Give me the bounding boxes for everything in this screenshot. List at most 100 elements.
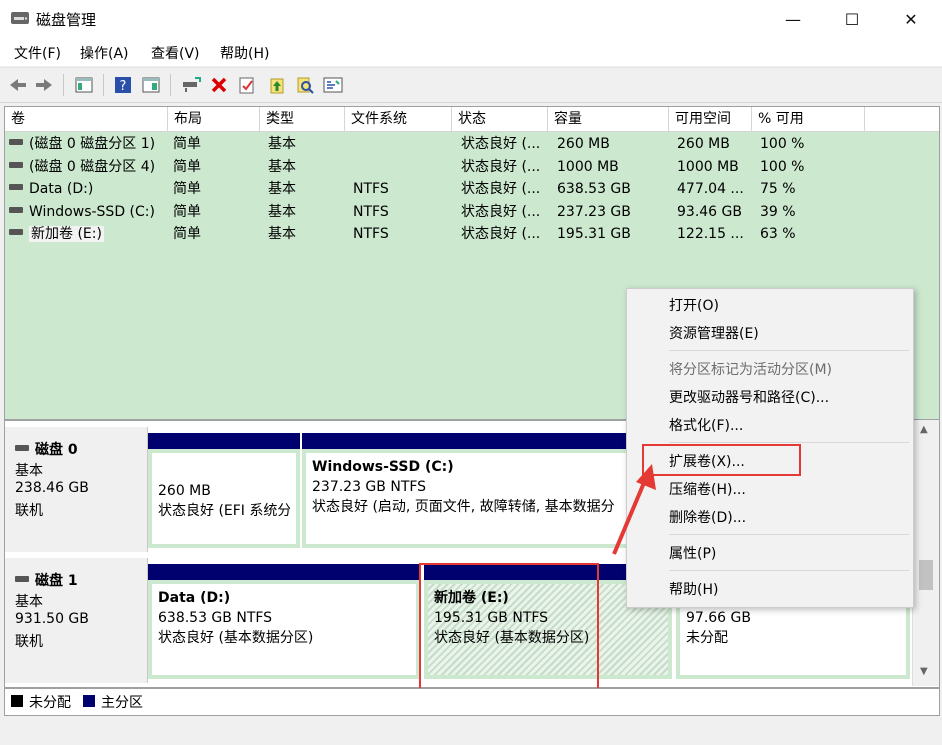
back-icon[interactable]: [7, 74, 29, 96]
menu-separator: [669, 442, 909, 443]
menu-item-explorer[interactable]: 资源管理器(E): [627, 321, 913, 347]
scroll-down-icon[interactable]: ▼: [920, 666, 928, 677]
legend-unallocated-label: 未分配: [29, 695, 71, 711]
free-space-cell: 122.15 ...: [677, 226, 744, 242]
column-header-filesystem[interactable]: 文件系统: [345, 107, 452, 131]
table-row[interactable]: (磁盘 0 磁盘分区 4) 简单 基本 状态良好 (... 1000 MB 10…: [5, 156, 939, 179]
partition-status: 未分配: [686, 630, 728, 646]
menu-file[interactable]: 文件(F): [14, 43, 61, 63]
disk-management-app-icon: [11, 12, 29, 24]
status-cell: 状态良好 (...: [461, 136, 541, 152]
annotation-extend-highlight: [642, 444, 801, 476]
menu-item-format[interactable]: 格式化(F)...: [627, 413, 913, 439]
disk-type: 基本: [15, 463, 43, 479]
partition-windows-ssd[interactable]: Windows-SSD (C:) 237.23 GB NTFS 状态良好 (启动…: [302, 433, 632, 548]
partition-size: 97.66 GB: [686, 610, 751, 626]
close-button[interactable]: ✕: [888, 0, 934, 38]
capacity-cell: 195.31 GB: [557, 226, 631, 242]
menu-separator: [669, 534, 909, 535]
percent-free-cell: 100 %: [760, 158, 805, 175]
forward-icon[interactable]: [33, 74, 55, 96]
layout-cell: 简单: [173, 226, 201, 242]
status-cell: 状态良好 (...: [461, 158, 541, 175]
check-icon[interactable]: [236, 74, 258, 96]
disk-icon: [15, 576, 29, 582]
show-pane-icon[interactable]: [140, 74, 162, 96]
menu-separator: [669, 570, 909, 571]
disk-map-scrollbar[interactable]: ▲ ▼: [912, 420, 939, 686]
svg-text:?: ?: [120, 79, 127, 94]
disk-0-label[interactable]: 磁盘 0 基本 238.46 GB 联机: [5, 427, 148, 552]
column-header-capacity[interactable]: 容量: [548, 107, 669, 131]
menu-item-shrink-volume[interactable]: 压缩卷(H)...: [627, 477, 913, 503]
delete-icon[interactable]: [208, 74, 230, 96]
connect-icon[interactable]: [180, 74, 202, 96]
menu-item-delete-volume[interactable]: 删除卷(D)...: [627, 505, 913, 531]
filesystem-cell: NTFS: [353, 226, 389, 242]
column-header-volume[interactable]: 卷: [5, 107, 168, 131]
column-header-type[interactable]: 类型: [260, 107, 345, 131]
legend-primary-label: 主分区: [101, 695, 143, 711]
table-row[interactable]: (磁盘 0 磁盘分区 1) 简单 基本 状态良好 (... 260 MB 260…: [5, 133, 939, 156]
menu-item-help[interactable]: 帮助(H): [627, 577, 913, 603]
column-header-percent-free[interactable]: % 可用: [752, 107, 865, 131]
free-space-cell: 93.46 GB: [677, 203, 742, 220]
annotation-arrow-icon: [612, 464, 656, 555]
title-bar: 磁盘管理 — ☐ ✕: [0, 0, 942, 38]
partition-size: 237.23 GB NTFS: [312, 479, 427, 495]
properties-icon[interactable]: [322, 74, 344, 96]
console-tree-icon[interactable]: [73, 74, 95, 96]
partition-status: 状态良好 (启动, 页面文件, 故障转储, 基本数据分: [312, 499, 615, 515]
toolbar-separator: [170, 74, 171, 96]
menu-help[interactable]: 帮助(H): [220, 43, 269, 63]
volume-list-header: 卷 布局 类型 文件系统 状态 容量 可用空间 % 可用: [5, 107, 939, 132]
search-icon[interactable]: [294, 74, 316, 96]
column-header-status[interactable]: 状态: [452, 107, 548, 131]
menu-item-properties[interactable]: 属性(P): [627, 541, 913, 567]
disk-size: 931.50 GB: [15, 611, 89, 627]
menu-item-open[interactable]: 打开(O): [627, 293, 913, 319]
menu-view[interactable]: 查看(V): [151, 43, 200, 63]
disk-status: 联机: [15, 503, 43, 519]
unallocated-swatch: [11, 695, 23, 707]
volume-name: Windows-SSD (C:): [29, 203, 155, 220]
disk-name: 磁盘 1: [35, 573, 78, 589]
minimize-icon: —: [785, 9, 801, 29]
menu-item-change-drive-letter[interactable]: 更改驱动器号和路径(C)...: [627, 385, 913, 411]
maximize-icon: ☐: [844, 9, 860, 29]
disk-icon: [15, 445, 29, 451]
partition-bar: [148, 564, 420, 580]
capacity-cell: 260 MB: [557, 136, 610, 152]
drive-icon: [9, 229, 23, 235]
scroll-thumb[interactable]: [919, 560, 933, 590]
partition-size: 260 MB: [158, 483, 211, 499]
filesystem-cell: NTFS: [353, 181, 389, 197]
disk-1-label[interactable]: 磁盘 1 基本 931.50 GB 联机: [5, 558, 148, 683]
volume-name: (磁盘 0 磁盘分区 1): [29, 136, 156, 152]
column-header-free-space[interactable]: 可用空间: [669, 107, 752, 131]
status-cell: 状态良好 (...: [461, 203, 541, 220]
toolbar-separator: [63, 74, 64, 96]
up-arrow-icon[interactable]: [266, 74, 288, 96]
type-cell: 基本: [268, 181, 296, 197]
window-title: 磁盘管理: [36, 11, 97, 29]
maximize-button[interactable]: ☐: [829, 0, 875, 38]
scroll-up-icon[interactable]: ▲: [920, 424, 928, 435]
partition-efi[interactable]: 260 MB 状态良好 (EFI 系统分: [148, 433, 300, 548]
annotation-highlight-box: [419, 563, 599, 691]
minimize-button[interactable]: —: [770, 0, 816, 38]
table-row[interactable]: Windows-SSD (C:) 简单 基本 NTFS 状态良好 (... 23…: [5, 201, 939, 224]
menu-action[interactable]: 操作(A): [80, 43, 129, 63]
partition-status: 状态良好 (EFI 系统分: [158, 503, 290, 519]
help-icon[interactable]: ?: [112, 74, 134, 96]
partition-data-d[interactable]: Data (D:) 638.53 GB NTFS 状态良好 (基本数据分区): [148, 564, 420, 679]
table-row[interactable]: Data (D:) 简单 基本 NTFS 状态良好 (... 638.53 GB…: [5, 178, 939, 201]
table-row[interactable]: 新加卷 (E:) 简单 基本 NTFS 状态良好 (... 195.31 GB …: [5, 223, 939, 246]
layout-cell: 简单: [173, 181, 201, 197]
disk-type: 基本: [15, 594, 43, 610]
volume-name: 新加卷 (E:): [29, 226, 104, 242]
column-header-layout[interactable]: 布局: [168, 107, 260, 131]
partition-title: Windows-SSD (C:): [312, 459, 454, 475]
status-cell: 状态良好 (...: [461, 181, 541, 197]
type-cell: 基本: [268, 136, 296, 152]
